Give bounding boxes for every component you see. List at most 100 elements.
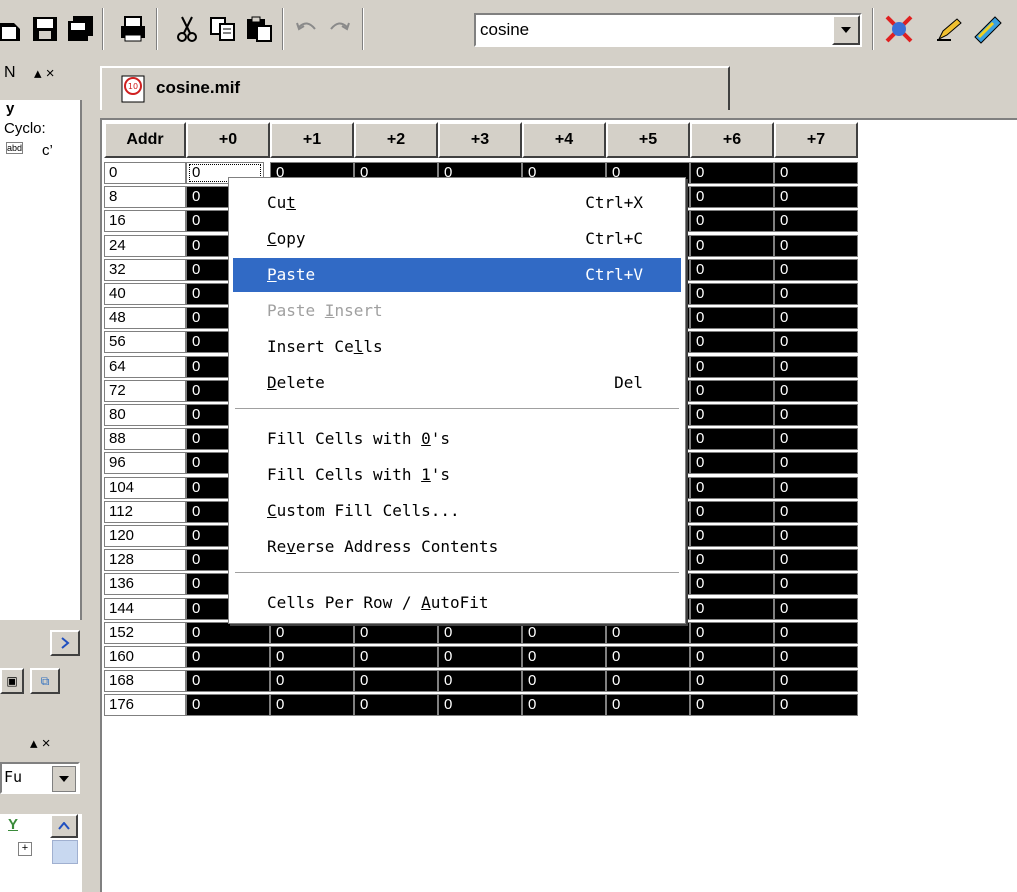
memory-cell[interactable]: 0 <box>438 694 522 717</box>
memory-cell[interactable]: 0 <box>774 404 858 426</box>
filter-dropdown[interactable]: Fu <box>0 762 80 794</box>
files-icon[interactable]: ⧉ <box>30 668 60 694</box>
memory-cell[interactable]: 0 <box>354 646 438 668</box>
column-header[interactable]: +1 <box>270 122 354 158</box>
memory-cell[interactable]: 0 <box>690 331 774 354</box>
undo-icon[interactable] <box>290 12 324 46</box>
menu-item-custom-fill[interactable]: Custom Fill Cells... <box>233 494 681 528</box>
memory-cell[interactable]: 0 <box>522 621 606 644</box>
tab-cosine-mif[interactable]: 10 cosine.mif <box>100 66 730 110</box>
memory-cell[interactable]: 0 <box>774 428 858 451</box>
memory-cell[interactable]: 0 <box>690 646 774 668</box>
column-header[interactable]: +3 <box>438 122 522 158</box>
memory-cell[interactable]: 0 <box>270 670 354 693</box>
hierarchy-icon[interactable]: ▣ <box>0 668 24 694</box>
memory-cell[interactable]: 0 <box>690 694 774 717</box>
print-icon[interactable] <box>116 12 150 46</box>
memory-cell[interactable]: 0 <box>354 621 438 644</box>
expand-icon[interactable]: + <box>18 842 32 856</box>
memory-cell[interactable]: 0 <box>690 525 774 547</box>
memory-cell[interactable]: 0 <box>354 694 438 717</box>
paste-icon[interactable] <box>242 12 276 46</box>
memory-cell[interactable]: 0 <box>690 307 774 330</box>
memory-cell[interactable]: 0 <box>690 210 774 233</box>
memory-cell[interactable]: 0 <box>774 307 858 330</box>
memory-cell[interactable]: 0 <box>690 379 774 402</box>
tree-item-file[interactable]: c’ <box>42 142 53 159</box>
memory-cell[interactable]: 0 <box>774 186 858 209</box>
memory-cell[interactable]: 0 <box>690 597 774 620</box>
menu-item-fill-zeros[interactable]: Fill Cells with 0's <box>233 422 681 456</box>
column-header[interactable]: +4 <box>522 122 606 158</box>
memory-cell[interactable]: 0 <box>690 186 774 209</box>
memory-cell[interactable]: 0 <box>522 646 606 668</box>
memory-cell[interactable]: 0 <box>522 694 606 717</box>
chevron-down-icon[interactable] <box>52 766 76 792</box>
memory-cell[interactable]: 0 <box>690 355 774 378</box>
programmer-icon[interactable] <box>970 12 1004 46</box>
memory-cell[interactable]: 0 <box>774 331 858 354</box>
memory-cell[interactable]: 0 <box>774 670 858 693</box>
memory-cell[interactable]: 0 <box>606 621 690 644</box>
compile-icon[interactable] <box>882 12 916 46</box>
memory-cell[interactable]: 0 <box>690 452 774 475</box>
memory-cell[interactable]: 0 <box>690 549 774 572</box>
memory-cell[interactable]: 0 <box>774 549 858 572</box>
memory-cell[interactable]: 0 <box>606 670 690 693</box>
memory-cell[interactable]: 0 <box>690 670 774 693</box>
memory-cell[interactable]: 0 <box>690 573 774 596</box>
memory-cell[interactable]: 0 <box>438 670 522 693</box>
memory-cell[interactable]: 0 <box>690 234 774 257</box>
memory-cell[interactable]: 0 <box>774 452 858 475</box>
memory-cell[interactable]: 0 <box>774 210 858 233</box>
memory-cell[interactable]: 0 <box>606 646 690 668</box>
pencil-icon[interactable] <box>932 12 966 46</box>
scroll-up-icon[interactable] <box>50 814 78 838</box>
memory-cell[interactable]: 0 <box>774 525 858 547</box>
memory-cell[interactable]: 0 <box>774 162 858 184</box>
memory-cell[interactable]: 0 <box>606 694 690 717</box>
memory-cell[interactable]: 0 <box>774 476 858 499</box>
cut-icon[interactable] <box>170 12 204 46</box>
collapse-icon[interactable]: ▴ × <box>30 734 50 752</box>
memory-cell[interactable]: 0 <box>690 621 774 644</box>
memory-cell[interactable]: 0 <box>186 694 270 717</box>
collapse-icon[interactable]: ▴ × <box>34 64 54 82</box>
column-header[interactable]: +7 <box>774 122 858 158</box>
save-icon[interactable] <box>28 12 62 46</box>
memory-cell[interactable]: 0 <box>774 694 858 717</box>
menu-item-fill-ones[interactable]: Fill Cells with 1's <box>233 458 681 492</box>
scroll-thumb[interactable] <box>52 840 78 864</box>
menu-item-cut[interactable]: Cut Ctrl+X <box>233 186 681 220</box>
memory-cell[interactable]: 0 <box>690 258 774 281</box>
open-icon[interactable] <box>0 12 22 46</box>
chevron-down-icon[interactable] <box>832 15 860 45</box>
menu-item-paste[interactable]: Paste Ctrl+V <box>233 258 681 292</box>
memory-cell[interactable]: 0 <box>774 379 858 402</box>
memory-cell[interactable]: 0 <box>186 670 270 693</box>
memory-cell[interactable]: 0 <box>690 428 774 451</box>
project-combobox[interactable]: cosine <box>474 13 862 47</box>
memory-cell[interactable]: 0 <box>774 283 858 305</box>
memory-cell[interactable]: 0 <box>690 162 774 184</box>
menu-item-reverse-address[interactable]: Reverse Address Contents <box>233 530 681 564</box>
save-all-icon[interactable] <box>64 12 98 46</box>
menu-item-insert-cells[interactable]: Insert Cells <box>233 330 681 364</box>
column-header[interactable]: +5 <box>606 122 690 158</box>
memory-cell[interactable]: 0 <box>186 621 270 644</box>
scroll-right-icon[interactable] <box>50 630 80 656</box>
memory-cell[interactable]: 0 <box>774 621 858 644</box>
memory-cell[interactable]: 0 <box>690 500 774 523</box>
memory-cell[interactable]: 0 <box>438 621 522 644</box>
column-header[interactable]: +0 <box>186 122 270 158</box>
memory-cell[interactable]: 0 <box>774 646 858 668</box>
redo-icon[interactable] <box>322 12 356 46</box>
memory-cell[interactable]: 0 <box>438 646 522 668</box>
memory-cell[interactable]: 0 <box>270 621 354 644</box>
tree-item-device[interactable]: Cyclo: <box>4 120 46 137</box>
copy-icon[interactable] <box>206 12 240 46</box>
column-header[interactable]: +2 <box>354 122 438 158</box>
memory-cell[interactable]: 0 <box>774 597 858 620</box>
memory-cell[interactable]: 0 <box>186 646 270 668</box>
menu-item-cells-per-row[interactable]: Cells Per Row / AutoFit <box>233 586 681 620</box>
